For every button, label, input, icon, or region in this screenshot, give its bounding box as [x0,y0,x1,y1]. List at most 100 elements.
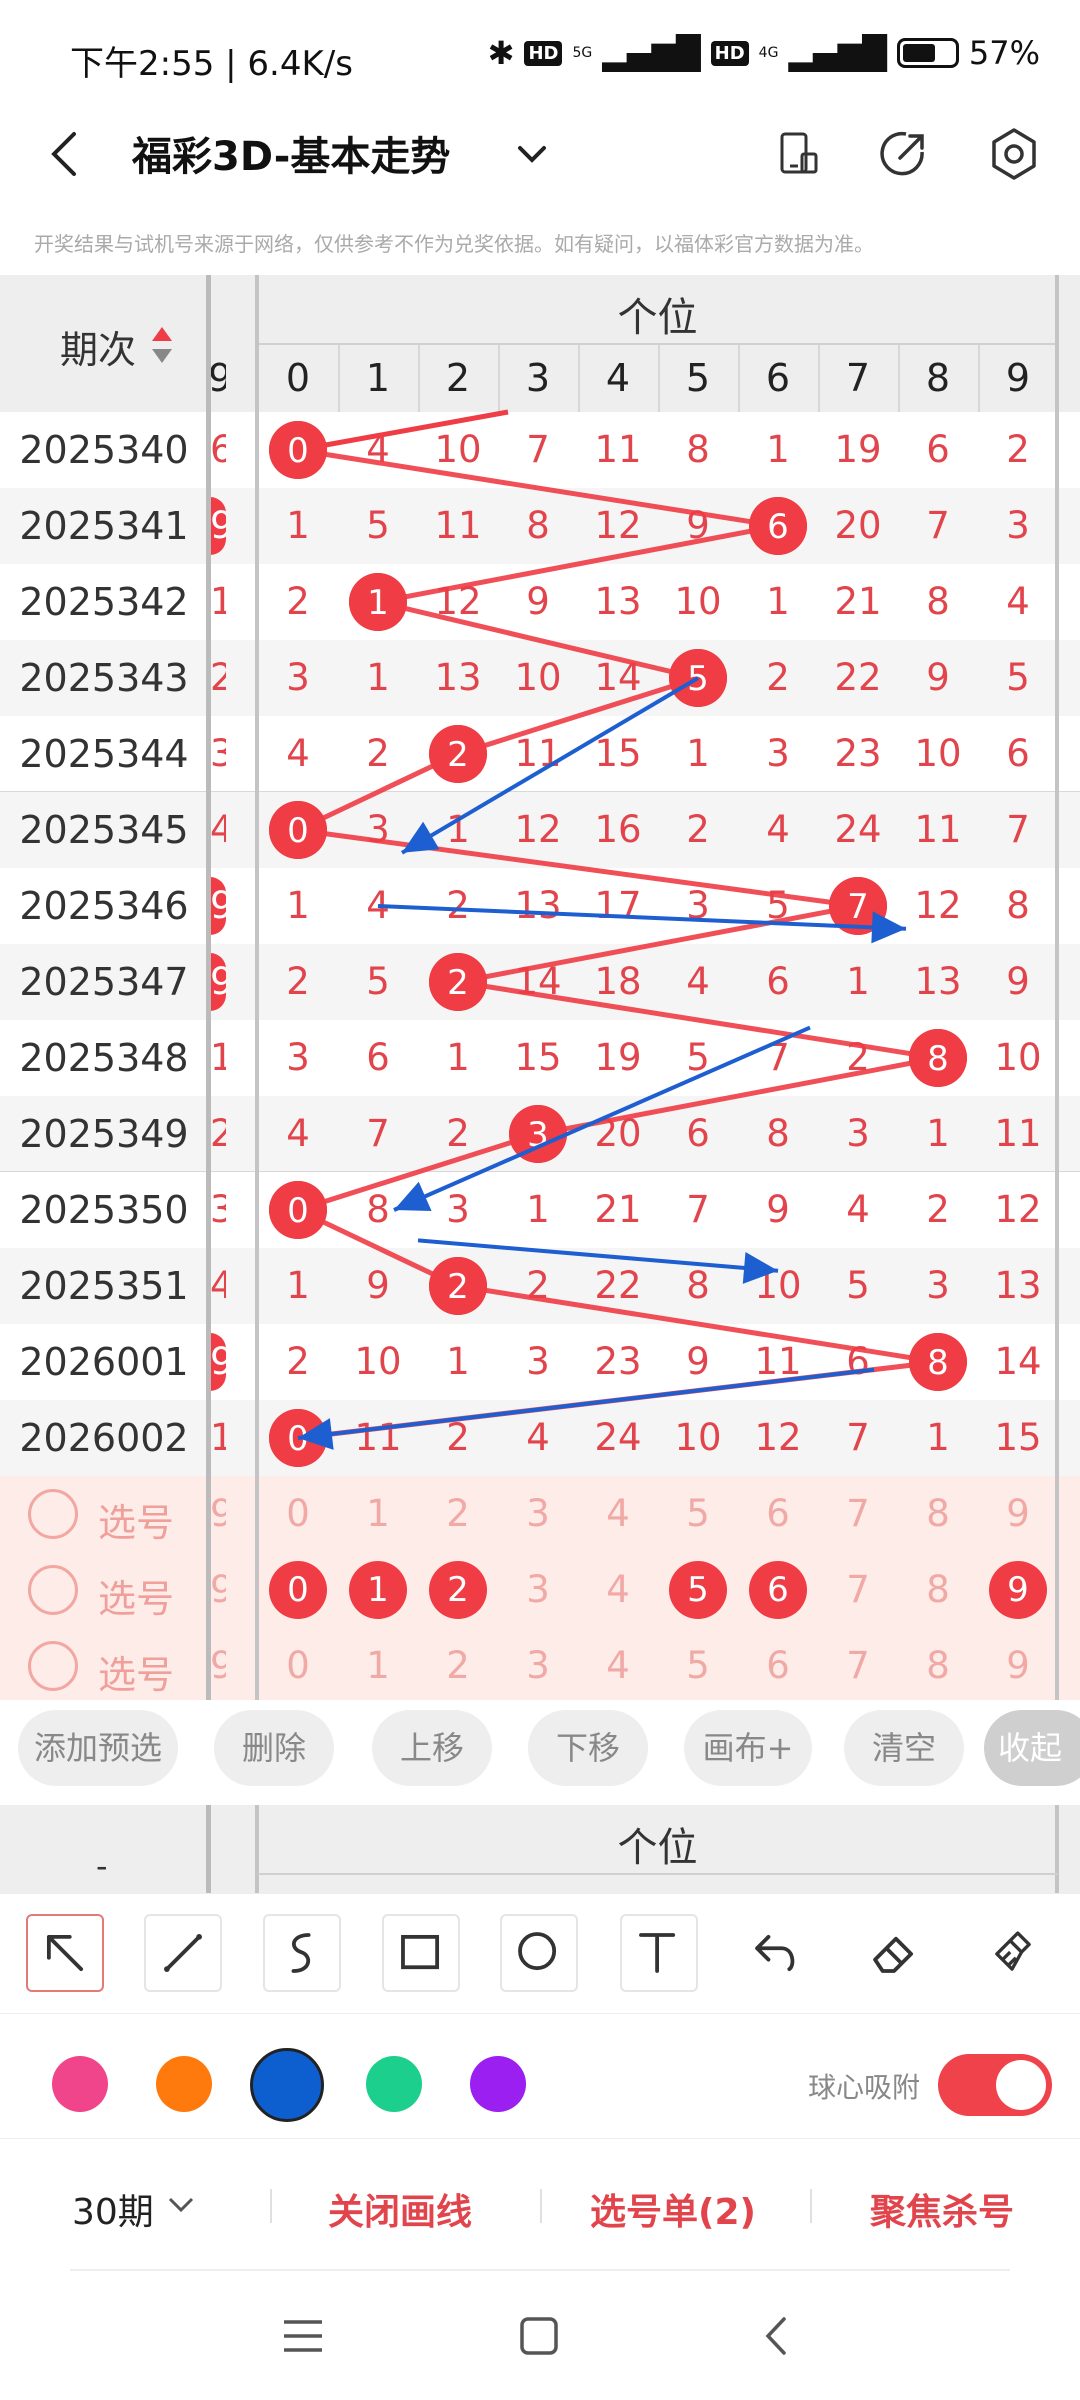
pick-label[interactable]: 选号 [98,1568,174,1623]
omission-cell: 15 [514,1036,562,1079]
period-column-header[interactable]: 期次 [60,319,136,374]
line-tool[interactable] [144,1914,222,1992]
clear-button[interactable]: 清空 [844,1710,964,1786]
arrow-tool[interactable] [26,1914,104,1992]
omission-cell: 12 [754,1416,802,1459]
pick-label[interactable]: 选号 [98,1644,174,1699]
period-cell: 2025351 [19,1264,189,1308]
winning-number-ball: 0 [269,421,327,479]
omission-cell: 10 [994,1036,1042,1079]
pick-radio[interactable] [28,1641,78,1691]
settings-icon[interactable] [982,122,1046,186]
pick-list-button[interactable]: 选号单(2) [590,2183,756,2235]
pick-digit[interactable]: 8 [898,1476,978,1552]
omission-cell: 1 [446,1340,470,1383]
undo-icon [755,1934,795,1972]
chevron-down-icon[interactable] [500,122,564,186]
drawing-toolbar [0,1893,1080,2013]
color-swatch[interactable] [366,2056,422,2112]
pick-digit[interactable]: 4 [578,1628,658,1700]
selected-pick-ball[interactable]: 0 [269,1561,327,1619]
omission-cell: 3 [766,732,790,775]
pick-digit[interactable]: 7 [818,1552,898,1628]
pick-digit[interactable]: 3 [498,1476,578,1552]
delete-button[interactable]: 删除 [214,1710,334,1786]
undo-tool[interactable] [738,1914,816,1992]
omission-cell: 7 [766,1036,790,1079]
eraser-tool[interactable] [856,1914,934,1992]
left-partial-cell: 9 [210,877,226,935]
pick-digit[interactable]: 9 [978,1476,1058,1552]
back-nav-icon[interactable] [754,2313,800,2359]
pick-digit[interactable]: 8 [898,1628,978,1700]
pick-digit[interactable]: 3 [498,1628,578,1700]
focus-kill-button[interactable]: 聚焦杀号 [870,2183,1014,2235]
pick-digit[interactable]: 5 [658,1476,738,1552]
omission-cell: 24 [834,808,882,851]
winning-number-ball: 0 [269,801,327,859]
hd-icon: HD [524,40,563,66]
text-tool[interactable] [620,1914,698,1992]
selected-pick-ball[interactable]: 2 [429,1561,487,1619]
pick-digit[interactable]: 0 [258,1628,338,1700]
omission-cell: 3 [1006,504,1030,547]
pick-digit[interactable]: 6 [738,1476,818,1552]
omission-cell: 4 [766,808,790,851]
pick-digit[interactable]: 6 [738,1628,818,1700]
canvas-add-button[interactable]: 画布+ [684,1710,812,1786]
pick-radio[interactable] [28,1489,78,1539]
color-swatch[interactable] [250,2048,324,2122]
home-icon[interactable] [516,2313,562,2359]
close-lines-button[interactable]: 关闭画线 [328,2183,472,2235]
period-count-select[interactable]: 30期 [72,2183,154,2235]
omission-cell: 9 [526,580,550,623]
pick-digit[interactable]: 4 [578,1552,658,1628]
omission-cell: 15 [594,732,642,775]
pick-digit[interactable]: 8 [898,1552,978,1628]
sort-icon[interactable] [150,325,174,365]
collapse-button[interactable]: 收起 [984,1710,1080,1786]
page-title[interactable]: 福彩3D-基本走势 [132,124,450,182]
omission-cell: 1 [766,428,790,471]
pick-digit[interactable]: 1 [338,1628,418,1700]
device-icon[interactable] [766,122,830,186]
pick-label[interactable]: 选号 [98,1492,174,1547]
selected-pick-ball[interactable]: 9 [989,1561,1047,1619]
omission-cell: 2 [1006,428,1030,471]
selected-pick-ball[interactable]: 5 [669,1561,727,1619]
pick-digit[interactable]: 2 [418,1476,498,1552]
chevron-down-icon[interactable] [164,2193,198,2217]
pick-digit[interactable]: 9 [978,1628,1058,1700]
pick-digit[interactable]: 4 [578,1476,658,1552]
share-icon[interactable] [872,122,936,186]
circle-tool[interactable] [500,1914,578,1992]
clear-canvas-tool[interactable] [974,1914,1052,1992]
back-icon[interactable] [34,122,98,186]
omission-cell: 9 [686,504,710,547]
pick-digit[interactable]: 3 [498,1552,578,1628]
color-swatch[interactable] [52,2056,108,2112]
snap-to-center-toggle[interactable] [938,2054,1052,2116]
winning-number-ball: 6 [749,497,807,555]
color-swatch[interactable] [470,2056,526,2112]
pick-digit[interactable]: 7 [818,1476,898,1552]
move-down-button[interactable]: 下移 [528,1710,648,1786]
pick-digit[interactable]: 5 [658,1628,738,1700]
selected-pick-ball[interactable]: 6 [749,1561,807,1619]
pick-digit[interactable]: 7 [818,1628,898,1700]
pick-radio[interactable] [28,1565,78,1615]
color-swatch[interactable] [156,2056,212,2112]
omission-cell: 7 [926,504,950,547]
left-partial-cell: 6 [210,428,226,471]
selected-pick-ball[interactable]: 1 [349,1561,407,1619]
move-up-button[interactable]: 上移 [372,1710,492,1786]
add-preselect-button[interactable]: 添加预选 [18,1710,178,1786]
pick-digit[interactable]: 0 [258,1476,338,1552]
pick-digit[interactable]: 2 [418,1628,498,1700]
menu-icon[interactable] [280,2313,326,2359]
omission-cell: 14 [594,656,642,699]
rectangle-tool[interactable] [382,1914,460,1992]
omission-cell: 5 [1006,656,1030,699]
pick-digit[interactable]: 1 [338,1476,418,1552]
curve-tool[interactable] [263,1914,341,1992]
